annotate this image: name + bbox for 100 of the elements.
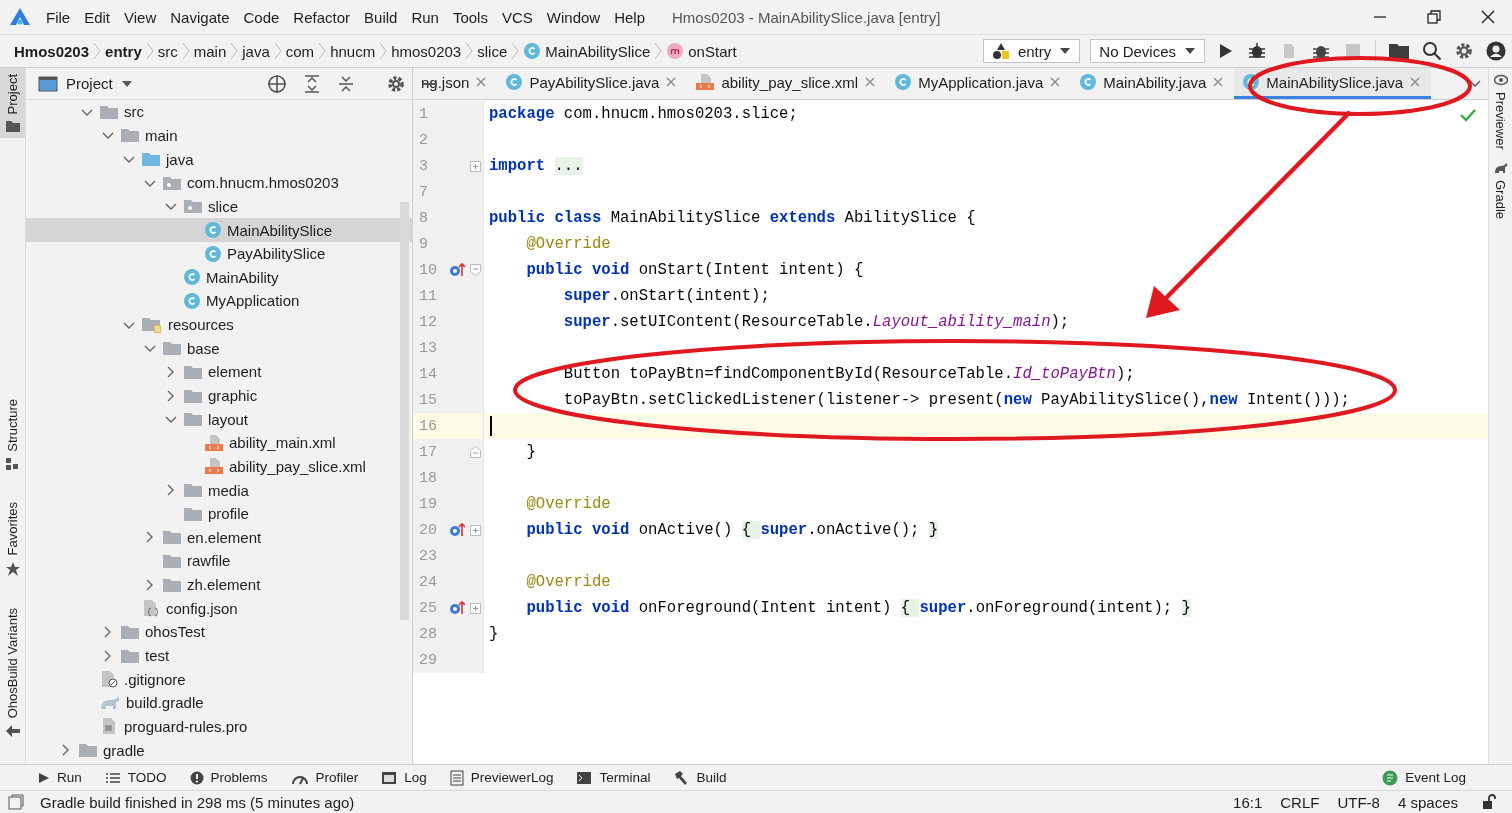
tree-item[interactable]: ohosTest <box>26 620 412 644</box>
editor-tab[interactable]: MainAbility.java <box>1071 68 1235 99</box>
tree-item[interactable]: slice <box>26 194 412 219</box>
tree-item[interactable]: config.json <box>26 596 412 621</box>
tool-window-button[interactable]: PreviewerLog <box>449 769 566 786</box>
search-icon[interactable] <box>1422 41 1442 61</box>
tree-item[interactable]: ability_main.xml <box>26 430 412 455</box>
menu-item[interactable]: View <box>117 6 164 28</box>
tree-item[interactable]: MyApplication <box>26 289 412 313</box>
bug-icon[interactable] <box>1247 41 1267 61</box>
tool-window-button[interactable]: Build <box>673 769 739 786</box>
breadcrumb[interactable]: hmos0203 <box>389 42 464 60</box>
list-icon <box>104 770 121 785</box>
tool-window-button[interactable]: Profiler <box>290 770 371 785</box>
log-icon <box>381 769 398 786</box>
tree-item[interactable]: MainAbility <box>26 265 412 290</box>
target-icon[interactable] <box>266 73 287 94</box>
tree-item[interactable]: layout <box>26 407 412 431</box>
menu-item[interactable]: Build <box>357 6 405 28</box>
menu-item[interactable]: Run <box>404 6 446 28</box>
breadcrumb[interactable]: main <box>191 42 229 60</box>
breadcrumb[interactable]: hnucm <box>328 42 378 60</box>
editor-tab[interactable]: MyApplication.java <box>886 68 1072 99</box>
tree-item[interactable]: media <box>26 478 412 502</box>
status-item[interactable]: 4 spaces <box>1397 793 1458 811</box>
tree-item[interactable]: element <box>26 360 412 384</box>
menu-item[interactable]: VCS <box>494 6 540 28</box>
tool-window-button[interactable]: Log <box>381 769 439 786</box>
tool-window-tab[interactable]: Project <box>0 68 25 139</box>
breadcrumb[interactable]: java <box>240 42 272 60</box>
tree-item[interactable]: gradle <box>26 738 412 762</box>
breadcrumb[interactable]: Hmos0203 <box>12 42 92 60</box>
fold-plus-icon[interactable] <box>470 602 482 614</box>
breadcrumb[interactable]: src <box>155 42 180 60</box>
breadcrumb[interactable]: onStart <box>664 42 739 60</box>
tree-item[interactable]: .gitignore <box>26 667 412 691</box>
tree-item[interactable]: java <box>26 147 412 171</box>
menu-item[interactable]: Code <box>236 6 287 28</box>
account-icon[interactable] <box>1486 41 1506 61</box>
tree-item[interactable]: base <box>26 336 412 361</box>
tree-item[interactable]: main <box>26 123 412 148</box>
project-view-selector[interactable]: Project <box>38 75 251 92</box>
settings-icon[interactable] <box>1454 41 1474 61</box>
restore-icon[interactable] <box>1424 7 1444 27</box>
menu-item[interactable]: Refactor <box>286 6 358 28</box>
lock-icon[interactable] <box>1482 794 1496 810</box>
editor-tab[interactable]: PayAbilitySlice.java <box>497 68 688 99</box>
tree-item[interactable]: profile <box>26 501 412 526</box>
collapse-all-icon[interactable] <box>336 73 355 94</box>
menu-item[interactable]: Help <box>607 6 653 28</box>
tree-item[interactable]: proguard-rules.pro <box>26 714 412 739</box>
editor-tab[interactable]: MainAbilitySlice.java <box>1234 68 1432 99</box>
tool-window-tab[interactable]: Previewer <box>1489 68 1512 156</box>
menu-item[interactable]: File <box>39 6 78 28</box>
tool-window-button[interactable]: Run <box>36 770 94 785</box>
menu-item[interactable]: Edit <box>77 6 118 28</box>
tool-window-tab[interactable]: OhosBuild Variants <box>0 601 25 744</box>
menu-item[interactable]: Window <box>539 6 608 28</box>
status-item[interactable]: UTF-8 <box>1337 793 1380 811</box>
breadcrumb[interactable]: entry <box>103 42 144 60</box>
override-icon <box>448 522 465 538</box>
breadcrumb[interactable]: slice <box>475 42 510 60</box>
tree-item[interactable]: zh.element <box>26 572 412 597</box>
chevron-icon[interactable] <box>1468 78 1482 89</box>
tree-item[interactable]: rawfile <box>26 549 412 573</box>
tree-item[interactable]: graphic <box>26 383 412 408</box>
scrollbar[interactable] <box>400 202 409 620</box>
tool-window-tab[interactable]: Structure <box>0 393 25 477</box>
status-item[interactable]: CRLF <box>1280 793 1320 811</box>
tree-item[interactable]: resources <box>26 312 412 337</box>
breadcrumb[interactable]: MainAbilitySlice <box>521 42 653 60</box>
breadcrumb[interactable]: com <box>283 42 317 60</box>
line-number: 10 <box>418 261 438 279</box>
settings-icon[interactable] <box>386 74 405 93</box>
panel-toggle-icon[interactable] <box>8 794 24 810</box>
tree-item[interactable]: build.gradle <box>26 691 412 715</box>
tree-item[interactable]: en.element <box>26 525 412 550</box>
device-dropdown[interactable]: No Devices <box>1090 39 1205 63</box>
menu-item[interactable]: Navigate <box>163 6 237 28</box>
fold-plus-icon[interactable] <box>470 524 482 536</box>
caret-icon <box>1059 47 1072 55</box>
run-config-dropdown[interactable]: entry <box>982 39 1081 63</box>
expand-all-icon[interactable] <box>302 73 321 94</box>
tree-item[interactable]: PayAbilitySlice <box>26 241 412 266</box>
tree-item[interactable]: test <box>26 643 412 668</box>
tree-item[interactable]: ability_pay_slice.xml <box>26 454 412 479</box>
tree-item[interactable]: com.hnucm.hmos0203 <box>26 170 412 195</box>
menu-item[interactable]: Tools <box>445 6 495 28</box>
tool-window-tab[interactable]: Gradle <box>1489 155 1512 225</box>
tool-window-button[interactable]: Problems <box>189 770 280 785</box>
status-item[interactable]: 16:1 <box>1233 793 1263 811</box>
tool-window-button[interactable]: Terminal <box>576 770 663 785</box>
code-line: @Override <box>525 235 611 253</box>
tree-item[interactable]: src <box>26 100 412 124</box>
tool-window-tab[interactable]: Favorites <box>0 496 25 582</box>
event-log-button[interactable]: Event Log <box>1382 769 1478 786</box>
tree-item[interactable]: MainAbilitySlice <box>26 218 412 242</box>
editor-tab[interactable]: ability_pay_slice.xml <box>687 68 887 99</box>
tool-window-button[interactable]: TODO <box>104 770 179 785</box>
fold-plus-icon[interactable] <box>470 160 482 172</box>
